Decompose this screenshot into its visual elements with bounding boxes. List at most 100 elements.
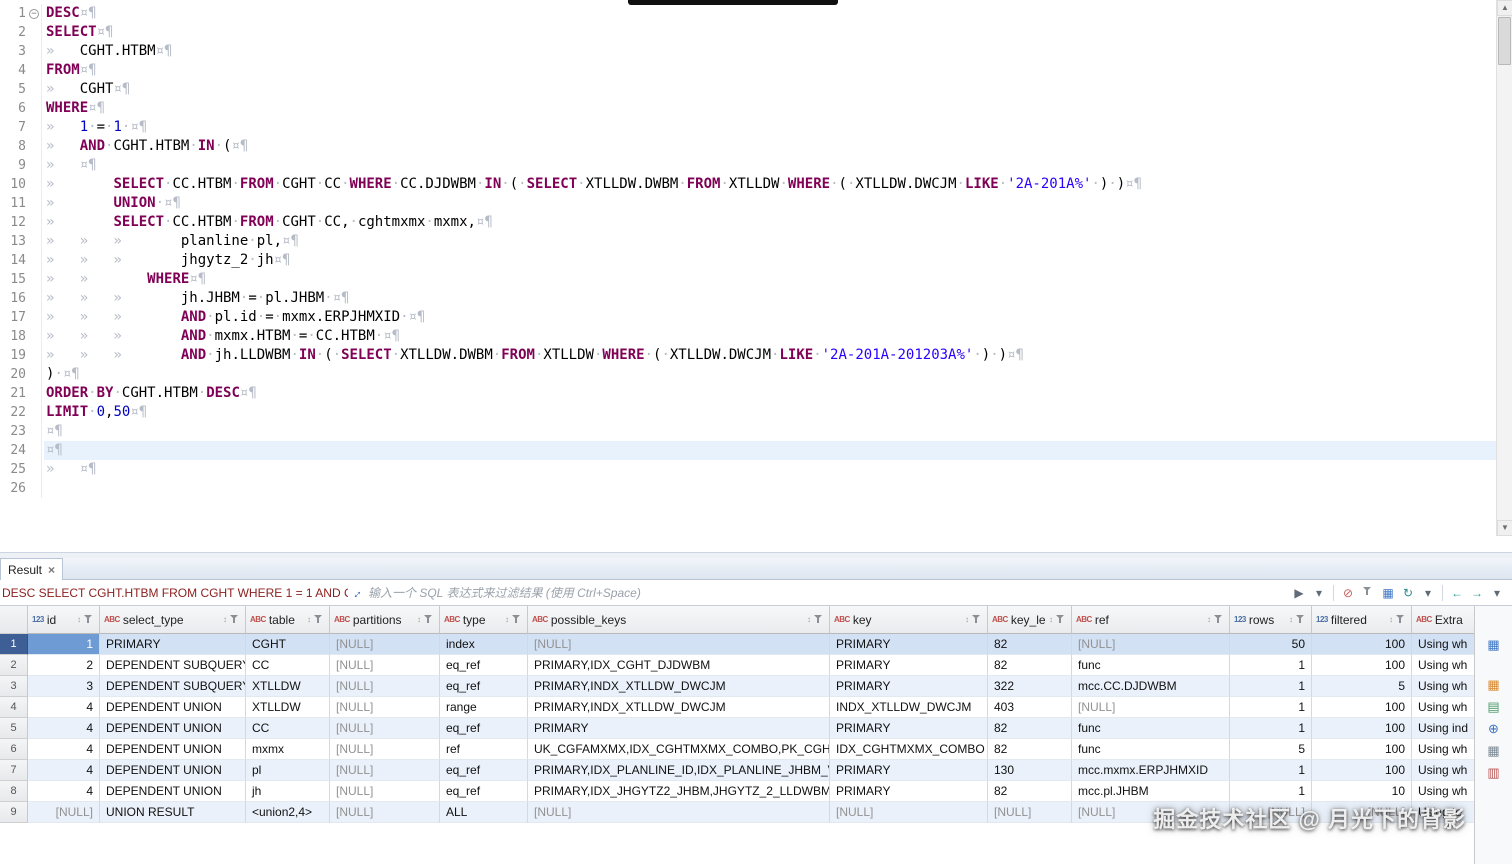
cell-key[interactable]: PRIMARY	[830, 760, 988, 781]
code-text[interactable]: » SELECT·CC.HTBM·FROM·CGHT·CC,·cghtmxmx·…	[44, 213, 1496, 232]
close-icon[interactable]: ×	[48, 564, 55, 576]
code-line[interactable]: 21ORDER·BY·CGHT.HTBM·DESC¤¶	[0, 384, 1496, 403]
code-area[interactable]: 1−DESC¤¶2SELECT¤¶3» CGHT.HTBM¤¶4FROM¤¶5»…	[0, 4, 1496, 498]
cell-key_len[interactable]: 82	[988, 718, 1072, 739]
cell-extra[interactable]: Using wh	[1412, 781, 1474, 802]
code-text[interactable]: ORDER·BY·CGHT.HTBM·DESC¤¶	[44, 384, 1496, 403]
cell-key[interactable]: PRIMARY	[830, 781, 988, 802]
cell-extra[interactable]: Using ind	[1412, 718, 1474, 739]
panels-toggle-icon[interactable]: ▦	[1379, 584, 1397, 602]
cell-extra[interactable]: Using wh	[1412, 655, 1474, 676]
text-view-icon[interactable]: ▤	[1484, 698, 1504, 716]
cell-extra[interactable]: Using wh	[1412, 676, 1474, 697]
cell-extra[interactable]: Using wh	[1412, 739, 1474, 760]
code-text[interactable]: )·¤¶	[44, 365, 1496, 384]
column-header-rows[interactable]: 123rows↕	[1230, 606, 1312, 634]
cell-partitions[interactable]: [NULL]	[330, 781, 440, 802]
code-text[interactable]: » » » AND·mxmx.HTBM·=·CC.HTBM·¤¶	[44, 327, 1496, 346]
cell-partitions[interactable]: [NULL]	[330, 634, 440, 655]
cell-filtered[interactable]: 10	[1312, 781, 1412, 802]
cell-key[interactable]: PRIMARY	[830, 655, 988, 676]
code-text[interactable]: » AND·CGHT.HTBM·IN·(¤¶	[44, 137, 1496, 156]
cell-id[interactable]: 4	[28, 760, 100, 781]
cell-type[interactable]: eq_ref	[440, 781, 528, 802]
cell-id[interactable]: 4	[28, 718, 100, 739]
row-header[interactable]: 5	[0, 718, 28, 739]
cell-filtered[interactable]: 100	[1312, 634, 1412, 655]
funnel-icon[interactable]	[84, 614, 95, 625]
code-line[interactable]: 11» UNION·¤¶	[0, 194, 1496, 213]
cell-partitions[interactable]: [NULL]	[330, 739, 440, 760]
cell-key_len[interactable]: 82	[988, 781, 1072, 802]
cell-possible_keys[interactable]: PRIMARY	[528, 718, 830, 739]
scroll-up-button[interactable]: ▲	[1497, 0, 1512, 16]
result-filter-bar[interactable]: DESC SELECT CGHT.HTBM FROM CGHT WHERE 1 …	[0, 580, 1512, 606]
cell-rows[interactable]: 1	[1230, 781, 1312, 802]
cell-extra[interactable]: Using wh	[1412, 760, 1474, 781]
code-text[interactable]: » » » AND·jh.LLDWBM·IN·(·SELECT·XTLLDW.D…	[44, 346, 1496, 365]
previous-result-icon[interactable]: ←	[1448, 584, 1466, 602]
funnel-icon[interactable]	[972, 614, 983, 625]
code-text[interactable]: » ¤¶	[44, 460, 1496, 479]
cell-select_type[interactable]: DEPENDENT SUBQUERY	[100, 676, 246, 697]
code-line[interactable]: 20)·¤¶	[0, 365, 1496, 384]
cell-table[interactable]: XTLLDW	[246, 676, 330, 697]
vertical-scroll-thumb[interactable]	[1498, 17, 1511, 65]
cell-type[interactable]: ref	[440, 739, 528, 760]
cell-table[interactable]: CC	[246, 655, 330, 676]
row-header[interactable]: 4	[0, 697, 28, 718]
cell-filtered[interactable]: 100	[1312, 718, 1412, 739]
metadata-panel-icon[interactable]: ▥	[1484, 764, 1504, 782]
code-line[interactable]: 26	[0, 479, 1496, 498]
code-line[interactable]: 19» » » AND·jh.LLDWBM·IN·(·SELECT·XTLLDW…	[0, 346, 1496, 365]
row-header[interactable]: 7	[0, 760, 28, 781]
code-line[interactable]: 3» CGHT.HTBM¤¶	[0, 42, 1496, 61]
cell-filtered[interactable]: 100	[1312, 760, 1412, 781]
cell-ref[interactable]: func	[1072, 739, 1230, 760]
code-line[interactable]: 10» SELECT·CC.HTBM·FROM·CGHT·CC·WHERE·CC…	[0, 175, 1496, 194]
cell-filtered[interactable]: 5	[1312, 676, 1412, 697]
tab-result[interactable]: Result ×	[0, 558, 63, 580]
cell-rows[interactable]: 1	[1230, 718, 1312, 739]
column-header-ref[interactable]: ABCref↕	[1072, 606, 1230, 634]
cell-possible_keys[interactable]: PRIMARY,INDX_XTLLDW_DWCJM	[528, 697, 830, 718]
code-line[interactable]: 17» » » AND·pl.id·=·mxmx.ERPJHMXID·¤¶	[0, 308, 1496, 327]
cell-ref[interactable]: [NULL]	[1072, 634, 1230, 655]
funnel-icon[interactable]	[1296, 614, 1307, 625]
cell-partitions[interactable]: [NULL]	[330, 760, 440, 781]
cell-key[interactable]: [NULL]	[830, 802, 988, 823]
column-header-key_len[interactable]: ABCkey_len↕	[988, 606, 1072, 634]
cell-rows[interactable]: 1	[1230, 676, 1312, 697]
cell-filtered[interactable]: 100	[1312, 739, 1412, 760]
cell-select_type[interactable]: DEPENDENT UNION	[100, 781, 246, 802]
funnel-icon[interactable]	[1214, 614, 1225, 625]
column-header-table[interactable]: ABCtable↕	[246, 606, 330, 634]
funnel-icon[interactable]	[1056, 614, 1067, 625]
cell-select_type[interactable]: DEPENDENT UNION	[100, 718, 246, 739]
cell-partitions[interactable]: [NULL]	[330, 697, 440, 718]
column-header-key[interactable]: ABCkey↕	[830, 606, 988, 634]
cell-partitions[interactable]: [NULL]	[330, 655, 440, 676]
filter-query-text[interactable]: DESC SELECT CGHT.HTBM FROM CGHT WHERE 1 …	[0, 586, 348, 600]
cell-partitions[interactable]: [NULL]	[330, 676, 440, 697]
code-text[interactable]: FROM¤¶	[44, 61, 1496, 80]
code-line[interactable]: 25» ¤¶	[0, 460, 1496, 479]
code-text[interactable]: DESC¤¶	[44, 4, 1496, 23]
funnel-icon[interactable]	[1396, 614, 1407, 625]
cell-table[interactable]: jh	[246, 781, 330, 802]
code-text[interactable]: SELECT¤¶	[44, 23, 1496, 42]
code-line[interactable]: 1−DESC¤¶	[0, 4, 1496, 23]
cell-key[interactable]: PRIMARY	[830, 634, 988, 655]
code-line[interactable]: 18» » » AND·mxmx.HTBM·=·CC.HTBM·¤¶	[0, 327, 1496, 346]
cell-select_type[interactable]: PRIMARY	[100, 634, 246, 655]
cell-key_len[interactable]: 322	[988, 676, 1072, 697]
cell-type[interactable]: eq_ref	[440, 676, 528, 697]
column-header-id[interactable]: 123id↕	[28, 606, 100, 634]
code-line[interactable]: 2SELECT¤¶	[0, 23, 1496, 42]
column-header-partitions[interactable]: ABCpartitions↕	[330, 606, 440, 634]
code-line[interactable]: 8» AND·CGHT.HTBM·IN·(¤¶	[0, 137, 1496, 156]
row-header[interactable]: 1	[0, 634, 28, 655]
cell-partitions[interactable]: [NULL]	[330, 718, 440, 739]
column-header-filtered[interactable]: 123filtered↕	[1312, 606, 1412, 634]
cell-key_len[interactable]: 130	[988, 760, 1072, 781]
